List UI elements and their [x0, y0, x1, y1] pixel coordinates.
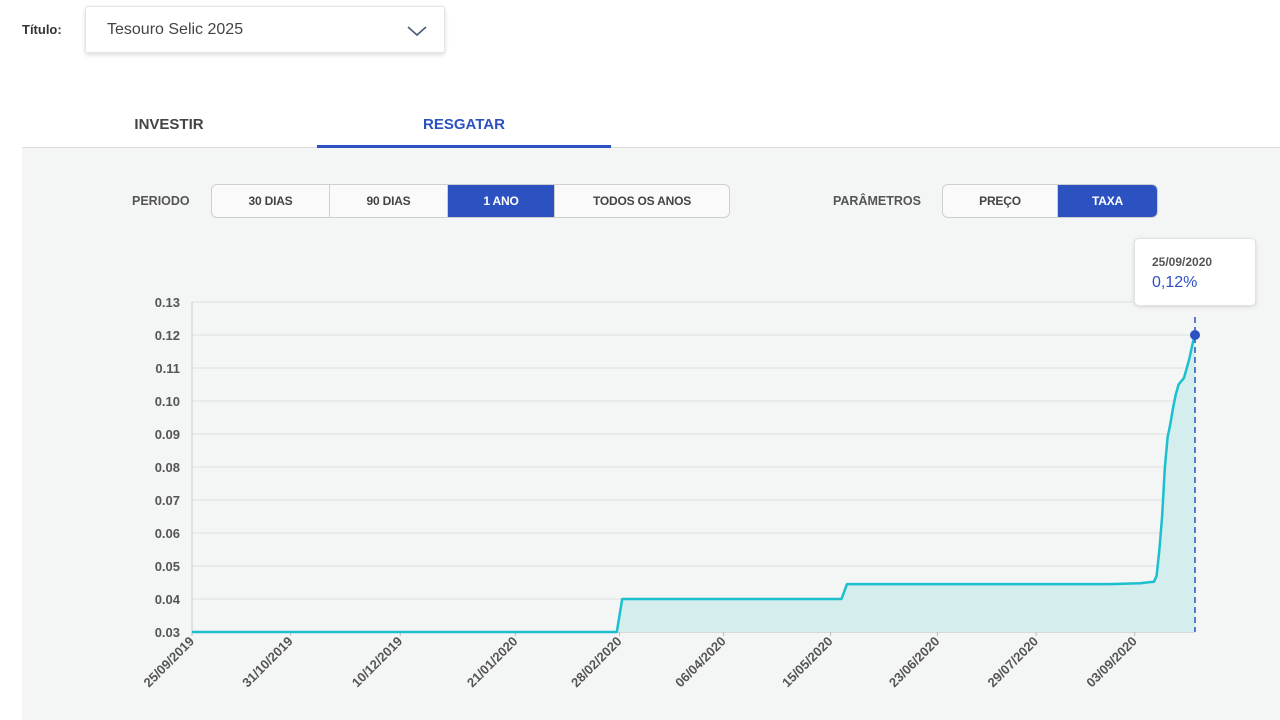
y-tick-label: 0.03 [155, 625, 180, 640]
y-tick-label: 0.08 [155, 460, 180, 475]
x-tick-label: 31/10/2019 [239, 634, 296, 691]
y-tick-label: 0.11 [155, 361, 180, 376]
tooltip-value: 0,12% [1152, 274, 1198, 291]
tooltip-date: 25/09/2020 [1152, 255, 1213, 269]
x-tick-label: 23/06/2020 [886, 634, 943, 691]
y-tick-label: 0.10 [155, 394, 180, 409]
y-tick-label: 0.12 [155, 328, 180, 343]
x-tick-label: 15/05/2020 [779, 634, 836, 691]
x-tick-label: 06/04/2020 [672, 634, 729, 691]
highlight-point [1190, 330, 1200, 340]
x-tick-label: 21/01/2020 [464, 634, 521, 691]
x-tick-label: 10/12/2019 [349, 634, 406, 691]
x-tick-label: 03/09/2020 [1083, 634, 1140, 691]
y-tick-label: 0.04 [155, 592, 181, 607]
rate-chart: 0.03 0.04 0.05 0.06 0.07 0.08 0.09 0.10 0.11 0.12… [140, 295, 1200, 691]
series-area [192, 333, 1195, 632]
chart-tooltip: 25/09/2020 0,12% [1134, 238, 1256, 306]
x-tick-label: 25/09/2019 [140, 634, 197, 691]
y-tick-label: 0.06 [155, 526, 180, 541]
y-tick-label: 0.13 [155, 295, 180, 310]
y-tick-label: 0.07 [155, 493, 180, 508]
x-tick-label: 28/02/2020 [568, 634, 625, 691]
y-tick-label: 0.09 [155, 427, 180, 442]
y-tick-label: 0.05 [155, 559, 180, 574]
x-tick-label: 29/07/2020 [985, 634, 1042, 691]
